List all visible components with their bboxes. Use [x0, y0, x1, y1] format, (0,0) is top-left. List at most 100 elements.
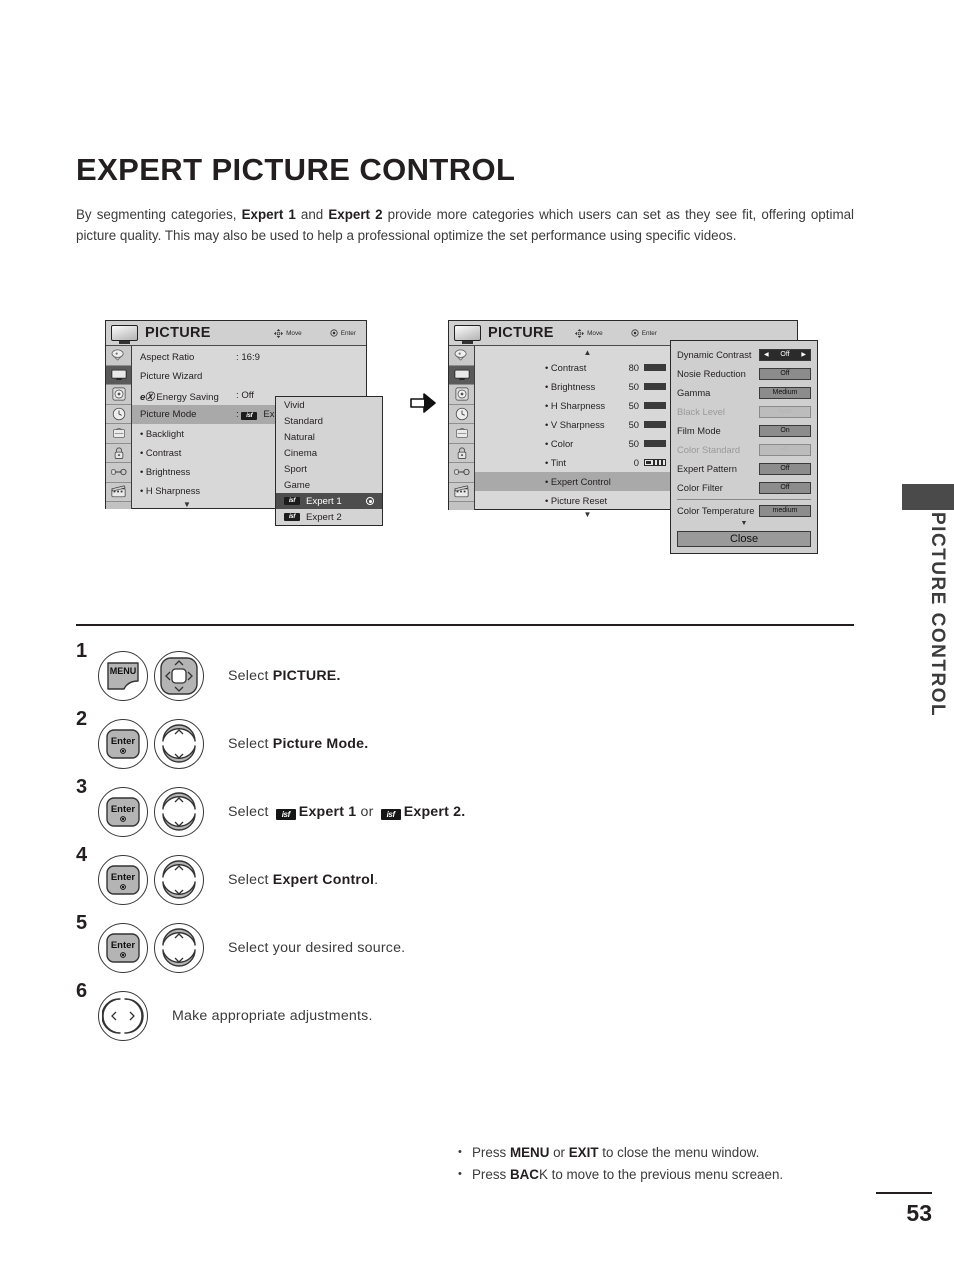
dpad-four-way-button[interactable]	[154, 651, 204, 701]
ep-divider	[677, 499, 811, 500]
mode-item-game[interactable]: Game	[276, 477, 382, 493]
ep-value-film-mode[interactable]: On	[759, 424, 811, 437]
sidebar-icon-audio[interactable]	[106, 385, 131, 405]
emphasis-text: Expert 2	[328, 207, 383, 222]
color-slider[interactable]	[644, 440, 666, 447]
sidebar-icon-audio[interactable]	[449, 385, 474, 405]
ep-label-film-mode: Film Mode	[677, 425, 721, 436]
ep-row-noise-reduction[interactable]: Nosie Reduction Off	[677, 364, 811, 383]
dpad-move-icon	[274, 328, 284, 338]
tint-slider[interactable]	[644, 459, 666, 466]
mode-item-natural[interactable]: Natural	[276, 429, 382, 445]
ep-value-color-temperature[interactable]: medium	[759, 504, 811, 517]
osd1-enter-label: Enter	[340, 329, 356, 337]
emphasis-text: Expert 1	[241, 207, 296, 222]
close-button[interactable]: Close	[677, 531, 811, 547]
picture-mode-popup[interactable]: Vivid Standard Natural Cinema Sport Game…	[275, 396, 383, 526]
osd1-scroll-down-icon[interactable]: ▼	[132, 500, 242, 510]
ep-row-color-standard[interactable]: Color Standard HD	[677, 440, 811, 459]
mode-item-expert-1[interactable]: isf Expert 1	[276, 493, 382, 509]
page-number: 53	[906, 1200, 932, 1226]
up-down-button[interactable]	[154, 923, 204, 973]
footer-notes: Press MENU or EXIT to close the menu win…	[458, 1141, 783, 1186]
sidebar-icon-picture[interactable]	[449, 365, 474, 385]
step-row: 1 MENU Select PICTURE.	[76, 640, 856, 710]
v-sharpness-slider[interactable]	[644, 421, 666, 428]
ep-row-color-temperature[interactable]: Color Temperature medium	[677, 501, 811, 520]
osd1-label-picture-wizard: Picture Wizard	[140, 371, 203, 382]
ep-value-gamma[interactable]: Medium	[759, 386, 811, 399]
step-number: 1	[76, 640, 88, 662]
h-sharpness-slider[interactable]	[644, 402, 666, 409]
enter-button[interactable]: Enter	[98, 923, 148, 973]
isf-badge-icon: isf	[380, 809, 401, 820]
sidebar-icon-setup[interactable]	[449, 346, 474, 366]
sidebar-icon-usb[interactable]	[106, 482, 131, 502]
svg-text:Enter: Enter	[111, 940, 136, 951]
mode-item-standard[interactable]: Standard	[276, 413, 382, 429]
sidebar-icon-input[interactable]	[106, 463, 131, 483]
brightness-slider[interactable]	[644, 383, 666, 390]
isf-badge-icon: isf	[284, 497, 300, 505]
enter-circle-icon	[330, 329, 338, 337]
osd2-scroll-down-icon[interactable]: ▼	[475, 510, 700, 520]
enter-button[interactable]: Enter	[98, 719, 148, 769]
sidebar-icon-option[interactable]	[106, 424, 131, 444]
enter-button[interactable]: Enter	[98, 787, 148, 837]
ep-value-noise-reduction[interactable]: Off	[759, 367, 811, 380]
osd2-category-icons[interactable]	[449, 346, 475, 510]
sidebar-icon-lock[interactable]	[106, 443, 131, 463]
sidebar-icon-time[interactable]	[449, 404, 474, 424]
sidebar-icon-lock[interactable]	[449, 443, 474, 463]
sidebar-icon-setup[interactable]	[106, 346, 131, 366]
osd1-row-picture-wizard[interactable]: Picture Wizard	[132, 367, 366, 386]
isf-badge-icon: isf	[241, 412, 258, 420]
svg-text:Enter: Enter	[111, 804, 136, 815]
arrow-left-icon[interactable]: ◀	[764, 351, 769, 358]
sidebar-icon-usb[interactable]	[449, 482, 474, 502]
dpad-move-icon	[575, 328, 585, 338]
ep-row-gamma[interactable]: Gamma Medium	[677, 383, 811, 402]
menu-button[interactable]: MENU	[98, 651, 148, 701]
sidebar-icon-input[interactable]	[449, 463, 474, 483]
page-number-rule	[876, 1192, 932, 1194]
ep-scroll-down-icon[interactable]: ▼	[677, 520, 811, 528]
ep-row-black-level[interactable]: Black Level Auto	[677, 402, 811, 421]
emphasis-text: Expert 1	[298, 804, 357, 820]
arrow-right-icon[interactable]: ▶	[801, 351, 806, 358]
up-down-button[interactable]	[154, 719, 204, 769]
isf-badge-icon: isf	[284, 513, 300, 521]
left-right-button[interactable]	[98, 991, 148, 1041]
mode-item-vivid[interactable]: Vivid	[276, 397, 382, 413]
osd2-scroll-up-icon[interactable]: ▲	[475, 346, 700, 358]
ep-value-color-filter[interactable]: Off	[759, 481, 811, 494]
sidebar-icon-time[interactable]	[106, 404, 131, 424]
notes-list: Press MENU or EXIT to close the menu win…	[458, 1141, 783, 1186]
step-instruction: Select Expert Control.	[228, 872, 379, 888]
step-number: 5	[76, 912, 88, 934]
up-down-button[interactable]	[154, 855, 204, 905]
mode-item-expert-2[interactable]: isf Expert 2	[276, 509, 382, 525]
osd1-category-icons[interactable]	[106, 346, 132, 509]
mode-item-sport[interactable]: Sport	[276, 461, 382, 477]
osd1-value-aspect-ratio: : 16:9	[236, 352, 261, 363]
isf-badge-icon: isf	[275, 809, 296, 820]
ep-row-dynamic-contrast[interactable]: Dynamic Contrast ◀ Off ▶	[677, 345, 811, 364]
ep-row-expert-pattern[interactable]: Expert Pattern Off	[677, 459, 811, 478]
enter-button[interactable]: Enter	[98, 855, 148, 905]
ep-value-dynamic-contrast[interactable]: ◀ Off ▶	[759, 348, 811, 361]
osd2-move-label: Move	[587, 329, 603, 337]
sidebar-icon-picture[interactable]	[106, 365, 131, 385]
step-number: 3	[76, 776, 88, 798]
ep-row-color-filter[interactable]: Color Filter Off	[677, 478, 811, 497]
osd1-title: PICTURE	[145, 325, 211, 341]
mode-item-cinema[interactable]: Cinema	[276, 445, 382, 461]
sidebar-icon-option[interactable]	[449, 424, 474, 444]
step-buttons: Enter	[98, 855, 204, 905]
osd1-value-energy-saving: : Off	[236, 390, 254, 401]
contrast-slider[interactable]	[644, 364, 666, 371]
up-down-button[interactable]	[154, 787, 204, 837]
osd1-row-aspect-ratio[interactable]: Aspect Ratio : 16:9	[132, 348, 366, 367]
ep-row-film-mode[interactable]: Film Mode On	[677, 421, 811, 440]
ep-value-expert-pattern[interactable]: Off	[759, 462, 811, 475]
